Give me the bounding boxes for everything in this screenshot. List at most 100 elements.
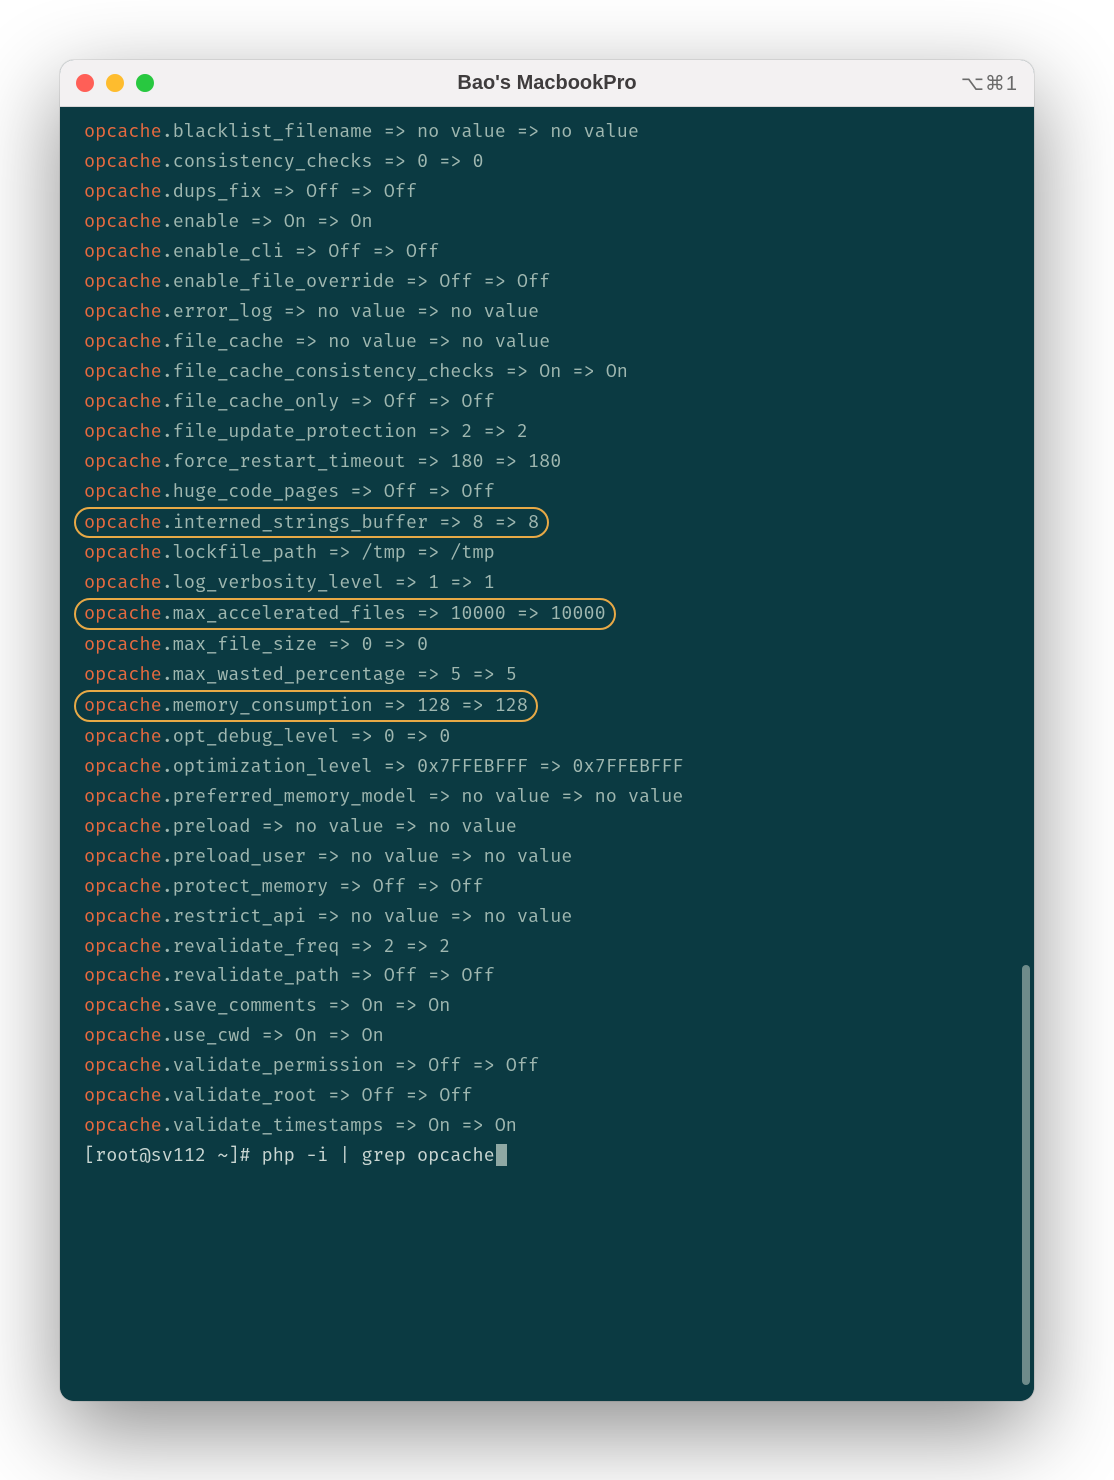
- output-rest: .dups_fix => Off => Off: [162, 180, 417, 202]
- match-keyword: opcache: [84, 694, 162, 716]
- output-line: opcache.optimization_level => 0x7FFEBFFF…: [84, 752, 1010, 782]
- output-rest: .enable_cli => Off => Off: [162, 240, 440, 262]
- output-line: opcache.file_cache => no value => no val…: [84, 327, 1010, 357]
- output-line: opcache.save_comments => On => On: [84, 991, 1010, 1021]
- output-rest: .preload_user => no value => no value: [162, 845, 573, 867]
- output-rest: .max_accelerated_files => 10000 => 10000: [162, 602, 606, 624]
- output-line: opcache.force_restart_timeout => 180 => …: [84, 447, 1010, 477]
- match-keyword: opcache: [84, 270, 162, 292]
- match-keyword: opcache: [84, 511, 162, 533]
- match-keyword: opcache: [84, 420, 162, 442]
- output-rest: .blacklist_filename => no value => no va…: [162, 120, 639, 142]
- match-keyword: opcache: [84, 120, 162, 142]
- output-line: opcache.file_update_protection => 2 => 2: [84, 417, 1010, 447]
- output-rest: .lockfile_path => /tmp => /tmp: [162, 541, 495, 563]
- match-keyword: opcache: [84, 1024, 162, 1046]
- output-rest: .max_wasted_percentage => 5 => 5: [162, 663, 517, 685]
- output-line: opcache.lockfile_path => /tmp => /tmp: [84, 538, 1010, 568]
- minimize-button[interactable]: [106, 74, 124, 92]
- prompt-text: [root@sv112 ~]# php -i | grep opcache: [84, 1144, 495, 1166]
- match-keyword: opcache: [84, 450, 162, 472]
- output-line: opcache.file_cache_only => Off => Off: [84, 387, 1010, 417]
- titlebar[interactable]: Bao's MacbookPro ⌥⌘1: [60, 60, 1034, 107]
- output-rest: .use_cwd => On => On: [162, 1024, 384, 1046]
- output-line: opcache.enable_file_override => Off => O…: [84, 267, 1010, 297]
- output-rest: .file_update_protection => 2 => 2: [162, 420, 528, 442]
- match-keyword: opcache: [84, 935, 162, 957]
- output-rest: .interned_strings_buffer => 8 => 8: [162, 511, 539, 533]
- output-rest: .restrict_api => no value => no value: [162, 905, 573, 927]
- match-keyword: opcache: [84, 845, 162, 867]
- output-rest: .opt_debug_level => 0 => 0: [162, 725, 451, 747]
- close-button[interactable]: [76, 74, 94, 92]
- match-keyword: opcache: [84, 150, 162, 172]
- output-rest: .max_file_size => 0 => 0: [162, 633, 428, 655]
- output-line: opcache.protect_memory => Off => Off: [84, 872, 1010, 902]
- match-keyword: opcache: [84, 785, 162, 807]
- match-keyword: opcache: [84, 994, 162, 1016]
- output-line: opcache.max_wasted_percentage => 5 => 5: [84, 660, 1010, 690]
- match-keyword: opcache: [84, 633, 162, 655]
- output-rest: .protect_memory => Off => Off: [162, 875, 484, 897]
- output-rest: .force_restart_timeout => 180 => 180: [162, 450, 562, 472]
- output-line: opcache.error_log => no value => no valu…: [84, 297, 1010, 327]
- output-rest: .error_log => no value => no value: [162, 300, 539, 322]
- zoom-button[interactable]: [136, 74, 154, 92]
- output-line: opcache.max_accelerated_files => 10000 =…: [84, 598, 1010, 630]
- output-line: opcache.max_file_size => 0 => 0: [84, 630, 1010, 660]
- cursor: [496, 1144, 507, 1166]
- output-rest: .enable => On => On: [162, 210, 373, 232]
- annotation-highlight: opcache.max_accelerated_files => 10000 =…: [74, 598, 616, 630]
- output-rest: .validate_timestamps => On => On: [162, 1114, 517, 1136]
- output-line: opcache.validate_root => Off => Off: [84, 1081, 1010, 1111]
- output-rest: .memory_consumption => 128 => 128: [162, 694, 528, 716]
- match-keyword: opcache: [84, 964, 162, 986]
- output-rest: .revalidate_path => Off => Off: [162, 964, 495, 986]
- output-line: opcache.restrict_api => no value => no v…: [84, 902, 1010, 932]
- match-keyword: opcache: [84, 1114, 162, 1136]
- annotation-highlight: opcache.interned_strings_buffer => 8 => …: [74, 507, 549, 539]
- match-keyword: opcache: [84, 390, 162, 412]
- match-keyword: opcache: [84, 210, 162, 232]
- output-rest: .consistency_checks => 0 => 0: [162, 150, 484, 172]
- output-rest: .validate_permission => Off => Off: [162, 1054, 539, 1076]
- match-keyword: opcache: [84, 905, 162, 927]
- match-keyword: opcache: [84, 1054, 162, 1076]
- output-line: opcache.preload => no value => no value: [84, 812, 1010, 842]
- terminal-window: Bao's MacbookPro ⌥⌘1 opcache.blacklist_f…: [60, 60, 1034, 1401]
- annotation-highlight: opcache.memory_consumption => 128 => 128: [74, 690, 538, 722]
- output-line: opcache.consistency_checks => 0 => 0: [84, 147, 1010, 177]
- output-line: opcache.validate_timestamps => On => On: [84, 1111, 1010, 1141]
- scrollbar-track[interactable]: [1018, 159, 1030, 1395]
- match-keyword: opcache: [84, 180, 162, 202]
- terminal-content[interactable]: opcache.blacklist_filename => no value =…: [60, 107, 1034, 1401]
- output-rest: .enable_file_override => Off => Off: [162, 270, 551, 292]
- traffic-lights: [76, 74, 154, 92]
- window-shortcut: ⌥⌘1: [961, 71, 1018, 96]
- match-keyword: opcache: [84, 240, 162, 262]
- output-line: opcache.preload_user => no value => no v…: [84, 842, 1010, 872]
- output-line: opcache.blacklist_filename => no value =…: [84, 117, 1010, 147]
- output-line: opcache.enable => On => On: [84, 207, 1010, 237]
- output-line: opcache.revalidate_path => Off => Off: [84, 961, 1010, 991]
- scrollbar-thumb[interactable]: [1022, 965, 1030, 1385]
- match-keyword: opcache: [84, 480, 162, 502]
- output-line: opcache.interned_strings_buffer => 8 => …: [84, 507, 1010, 539]
- output-line: opcache.huge_code_pages => Off => Off: [84, 477, 1010, 507]
- output-rest: .preferred_memory_model => no value => n…: [162, 785, 684, 807]
- match-keyword: opcache: [84, 330, 162, 352]
- match-keyword: opcache: [84, 755, 162, 777]
- match-keyword: opcache: [84, 725, 162, 747]
- window-title: Bao's MacbookPro: [60, 72, 1034, 95]
- prompt-line: [root@sv112 ~]# php -i | grep opcache: [84, 1141, 1010, 1171]
- output-line: opcache.log_verbosity_level => 1 => 1: [84, 568, 1010, 598]
- output-line: opcache.preferred_memory_model => no val…: [84, 782, 1010, 812]
- output-rest: .file_cache_only => Off => Off: [162, 390, 495, 412]
- output-line: opcache.memory_consumption => 128 => 128: [84, 690, 1010, 722]
- match-keyword: opcache: [84, 541, 162, 563]
- output-line: opcache.enable_cli => Off => Off: [84, 237, 1010, 267]
- output-rest: .validate_root => Off => Off: [162, 1084, 473, 1106]
- output-line: opcache.use_cwd => On => On: [84, 1021, 1010, 1051]
- output-rest: .huge_code_pages => Off => Off: [162, 480, 495, 502]
- match-keyword: opcache: [84, 663, 162, 685]
